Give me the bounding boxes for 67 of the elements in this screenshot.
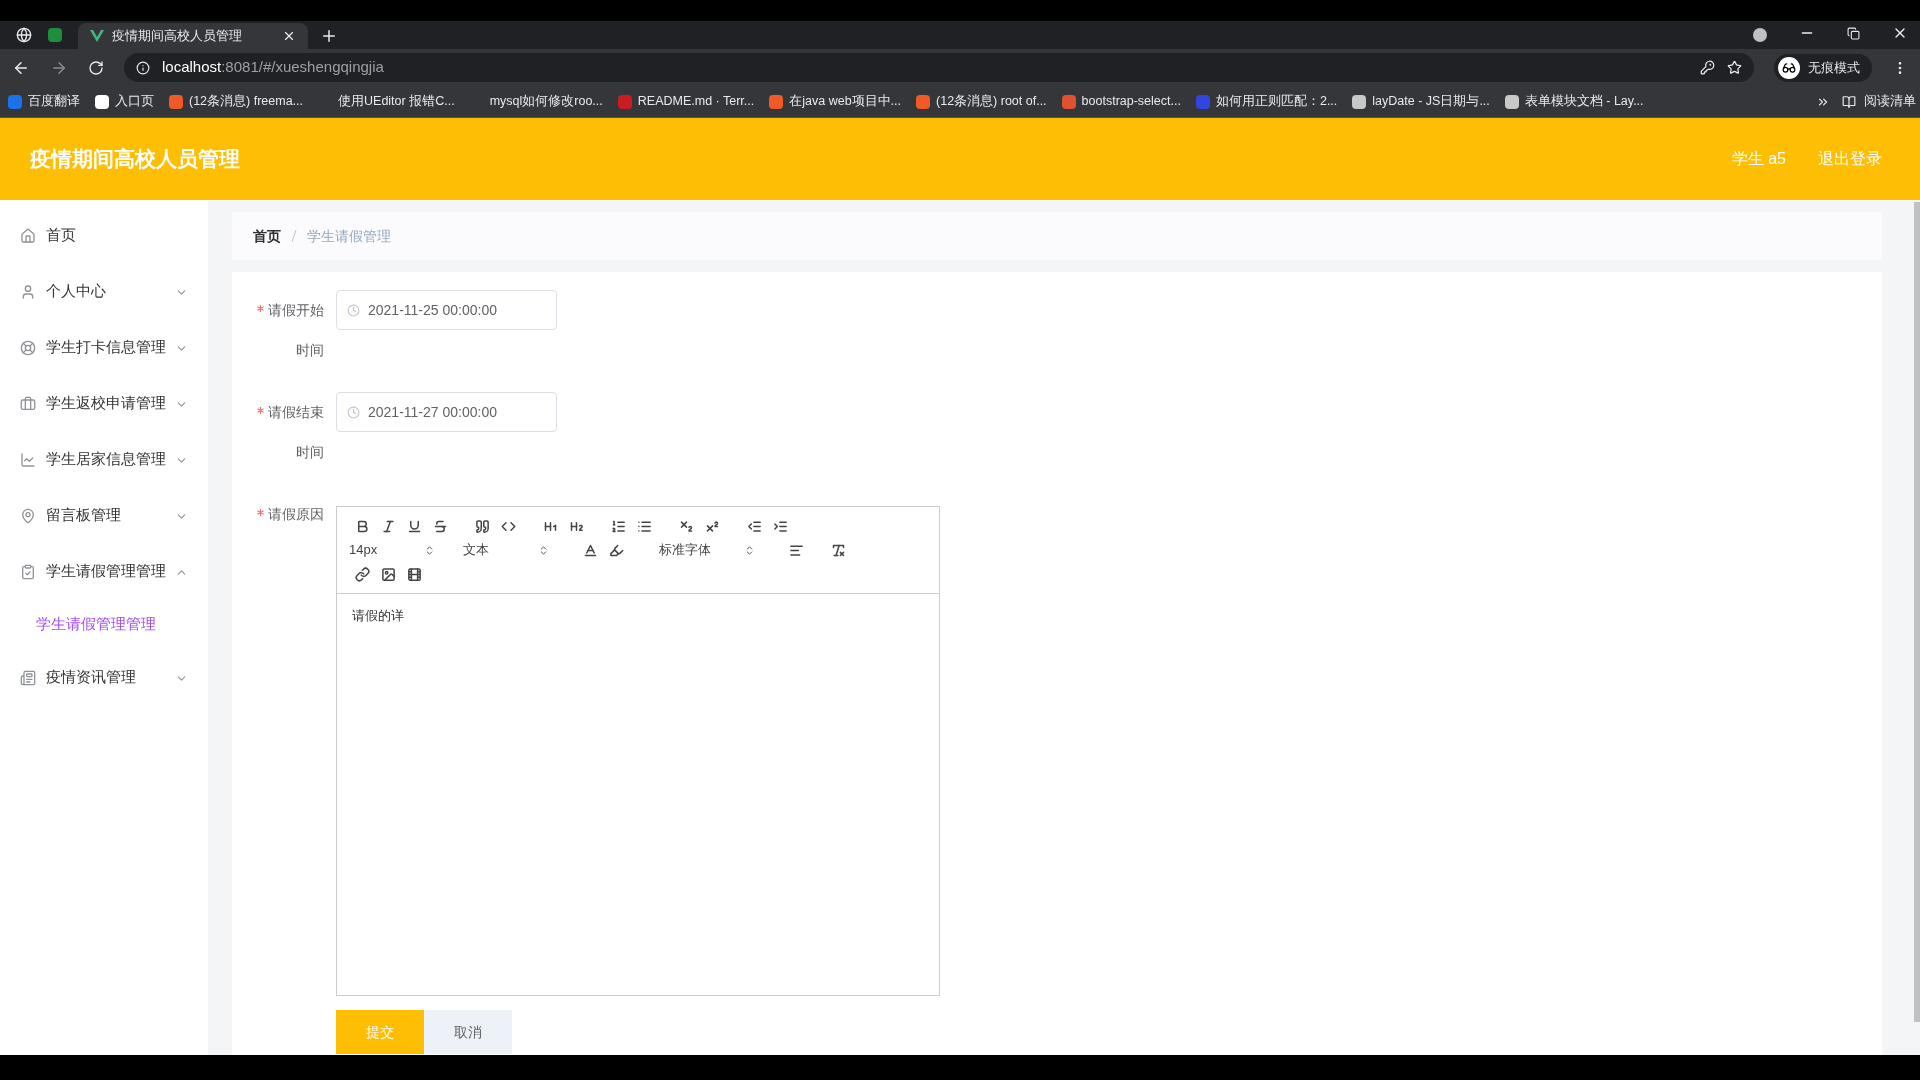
menu-item[interactable]: 首页 (0, 208, 208, 264)
pin-icon (20, 508, 36, 524)
editor-content[interactable]: 请假的详 (337, 594, 939, 995)
bookmark-link[interactable]: 如何用正则匹配：2... (1215, 92, 1338, 111)
menu-item[interactable]: 疫情资讯管理 (0, 650, 208, 706)
editor-select[interactable]: 标准字体 (659, 539, 759, 561)
close-icon[interactable] (282, 29, 296, 43)
key-icon[interactable] (1700, 60, 1715, 75)
sheet-icon[interactable] (48, 28, 62, 42)
restore-icon[interactable] (1847, 27, 1860, 40)
briefcase-icon (20, 396, 36, 412)
chart-icon (20, 452, 36, 468)
field-label: 请假原因 (244, 494, 324, 996)
bookmark-link[interactable]: bootstrap-select... (1081, 92, 1181, 111)
ring-icon (20, 340, 36, 356)
clipboard-icon (20, 564, 36, 580)
bookmark-link[interactable]: layDate - JS日期与... (1372, 92, 1490, 111)
profile-chip[interactable]: 无痕模式 (1774, 53, 1872, 82)
date-field[interactable]: 2021-11-27 00:00:00 (336, 392, 557, 432)
slash-separator-icon (291, 230, 297, 242)
scrollbar[interactable] (1914, 202, 1920, 1022)
cancel-button[interactable]: 取消 (424, 1010, 512, 1054)
bookmark-link[interactable]: 使用UEditor 报错C... (338, 92, 455, 111)
tab-search-icon[interactable] (1753, 28, 1767, 42)
bookmark-link[interactable]: mysql如何修改roo... (489, 92, 603, 111)
bookmark-link[interactable]: 百度翻译 (28, 92, 80, 111)
info-icon (136, 60, 150, 75)
new-tab-icon[interactable] (320, 27, 338, 45)
bookmark-link[interactable]: (12条消息) freema... (189, 92, 304, 111)
globe-icon[interactable] (16, 27, 32, 43)
reading-list-icon[interactable] (1842, 94, 1856, 109)
browser-tab[interactable]: 疫情期间高校人员管理 (78, 23, 308, 49)
editor-select[interactable]: 14px (349, 539, 439, 561)
app-title: 疫情期间高校人员管理 (30, 146, 241, 173)
up-down-icon (424, 544, 435, 556)
bookmark-link[interactable]: 表单模块文档 - Lay... (1524, 92, 1644, 111)
bookmark-link[interactable]: 入口页 (115, 92, 154, 111)
date-field[interactable]: 2021-11-25 00:00:00 (336, 290, 557, 330)
up-down-icon (744, 544, 755, 556)
submenu-item[interactable]: 学生请假管理管理 (0, 600, 208, 650)
clock-icon (347, 405, 360, 419)
menu-item[interactable]: 留言板管理 (0, 488, 208, 544)
menu-item[interactable]: 学生居家信息管理 (0, 432, 208, 488)
bookmark-link[interactable]: 在java web项目中... (789, 92, 901, 111)
field-label: 请假开始时间 (244, 290, 324, 392)
menu-item[interactable]: 学生请假管理管理 (0, 544, 208, 600)
editor-select[interactable]: 文本 (463, 539, 553, 561)
bookmark-link[interactable]: (12条消息) root of... (936, 92, 1047, 111)
home-icon (20, 228, 36, 244)
reload-icon[interactable] (88, 59, 104, 76)
bookmark-star-icon[interactable] (1727, 60, 1742, 75)
menu-item[interactable]: 学生返校申请管理 (0, 376, 208, 432)
breadcrumb-item[interactable]: 首页 (253, 225, 281, 247)
url-text: localhost:8081/#/xueshengqingjia (162, 57, 385, 78)
user-name: 学生 a5 (1731, 149, 1786, 169)
incognito-icon (1782, 60, 1796, 75)
reading-list-label[interactable]: 阅读清单 (1864, 92, 1916, 111)
address-bar[interactable]: localhost:8081/#/xueshengqingjia (124, 53, 1754, 82)
up-down-icon (538, 544, 549, 556)
clock-icon (347, 303, 360, 317)
user-icon (20, 284, 36, 300)
menu-item[interactable]: 个人中心 (0, 264, 208, 320)
bookmark-link[interactable]: README.md · Terr... (637, 92, 755, 111)
newspaper-icon (20, 670, 36, 686)
v-logo-icon (90, 30, 104, 42)
menu-item[interactable]: 学生打卡信息管理 (0, 320, 208, 376)
field-label: 请假结束时间 (244, 392, 324, 494)
